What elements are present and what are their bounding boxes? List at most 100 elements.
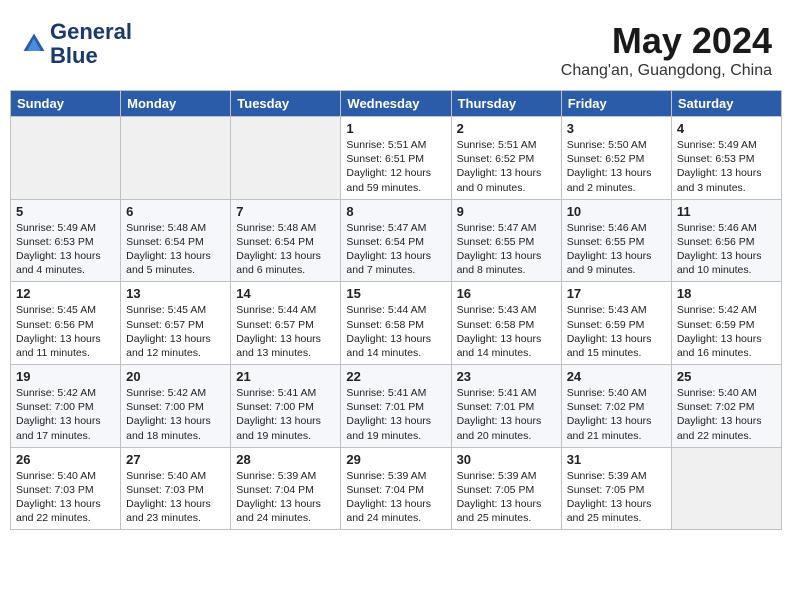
cell-sun-info: Sunrise: 5:45 AMSunset: 6:56 PMDaylight:…: [16, 303, 115, 360]
calendar-cell: 22 Sunrise: 5:41 AMSunset: 7:01 PMDayligh…: [341, 365, 451, 448]
title-block: May 2024 Chang'an, Guangdong, China: [561, 20, 772, 80]
calendar-cell: 2 Sunrise: 5:51 AMSunset: 6:52 PMDaylight…: [451, 117, 561, 200]
day-number: 2: [457, 121, 556, 136]
day-number: 5: [16, 204, 115, 219]
weekday-header-sunday: Sunday: [11, 91, 121, 117]
calendar-cell: 9 Sunrise: 5:47 AMSunset: 6:55 PMDaylight…: [451, 199, 561, 282]
cell-sun-info: Sunrise: 5:39 AMSunset: 7:04 PMDaylight:…: [236, 469, 335, 526]
page-header: General Blue May 2024 Chang'an, Guangdon…: [10, 10, 782, 85]
day-number: 26: [16, 452, 115, 467]
day-number: 31: [567, 452, 666, 467]
cell-sun-info: Sunrise: 5:42 AMSunset: 7:00 PMDaylight:…: [16, 386, 115, 443]
logo-line1: General: [50, 20, 132, 44]
calendar-cell: 15 Sunrise: 5:44 AMSunset: 6:58 PMDayligh…: [341, 282, 451, 365]
cell-sun-info: Sunrise: 5:43 AMSunset: 6:59 PMDaylight:…: [567, 303, 666, 360]
day-number: 28: [236, 452, 335, 467]
cell-sun-info: Sunrise: 5:47 AMSunset: 6:55 PMDaylight:…: [457, 221, 556, 278]
cell-sun-info: Sunrise: 5:49 AMSunset: 6:53 PMDaylight:…: [16, 221, 115, 278]
calendar-cell: 12Sunrise: 5:45 AMSunset: 6:56 PMDayligh…: [11, 282, 121, 365]
cell-sun-info: Sunrise: 5:51 AMSunset: 6:52 PMDaylight:…: [457, 138, 556, 195]
day-number: 17: [567, 286, 666, 301]
calendar-cell: [671, 447, 781, 530]
calendar-cell: 4 Sunrise: 5:49 AMSunset: 6:53 PMDaylight…: [671, 117, 781, 200]
calendar-cell: 1Sunrise: 5:51 AMSunset: 6:51 PMDaylight…: [341, 117, 451, 200]
day-number: 16: [457, 286, 556, 301]
calendar-cell: 20 Sunrise: 5:42 AMSunset: 7:00 PMDayligh…: [121, 365, 231, 448]
day-number: 25: [677, 369, 776, 384]
calendar-cell: 13Sunrise: 5:45 AMSunset: 6:57 PMDayligh…: [121, 282, 231, 365]
cell-sun-info: Sunrise: 5:49 AMSunset: 6:53 PMDaylight:…: [677, 138, 776, 195]
calendar-cell: [121, 117, 231, 200]
cell-sun-info: Sunrise: 5:40 AMSunset: 7:02 PMDaylight:…: [677, 386, 776, 443]
day-number: 10: [567, 204, 666, 219]
calendar-cell: 8Sunrise: 5:47 AMSunset: 6:54 PMDaylight…: [341, 199, 451, 282]
calendar-cell: 7 Sunrise: 5:48 AMSunset: 6:54 PMDaylight…: [231, 199, 341, 282]
calendar-cell: 28 Sunrise: 5:39 AMSunset: 7:04 PMDayligh…: [231, 447, 341, 530]
calendar-cell: 19 Sunrise: 5:42 AMSunset: 7:00 PMDayligh…: [11, 365, 121, 448]
cell-sun-info: Sunrise: 5:42 AMSunset: 7:00 PMDaylight:…: [126, 386, 225, 443]
calendar-week-row: 5 Sunrise: 5:49 AMSunset: 6:53 PMDaylight…: [11, 199, 782, 282]
cell-sun-info: Sunrise: 5:40 AMSunset: 7:03 PMDaylight:…: [126, 469, 225, 526]
cell-sun-info: Sunrise: 5:46 AMSunset: 6:56 PMDaylight:…: [677, 221, 776, 278]
cell-sun-info: Sunrise: 5:45 AMSunset: 6:57 PMDaylight:…: [126, 303, 225, 360]
day-number: 18: [677, 286, 776, 301]
calendar-cell: 16 Sunrise: 5:43 AMSunset: 6:58 PMDayligh…: [451, 282, 561, 365]
day-number: 9: [457, 204, 556, 219]
cell-sun-info: Sunrise: 5:39 AMSunset: 7:04 PMDaylight:…: [346, 469, 445, 526]
calendar-cell: 24Sunrise: 5:40 AMSunset: 7:02 PMDayligh…: [561, 365, 671, 448]
cell-sun-info: Sunrise: 5:46 AMSunset: 6:55 PMDaylight:…: [567, 221, 666, 278]
cell-sun-info: Sunrise: 5:44 AMSunset: 6:58 PMDaylight:…: [346, 303, 445, 360]
cell-sun-info: Sunrise: 5:51 AMSunset: 6:51 PMDaylight:…: [346, 138, 445, 195]
cell-sun-info: Sunrise: 5:47 AMSunset: 6:54 PMDaylight:…: [346, 221, 445, 278]
logo-icon: [20, 30, 48, 58]
calendar-cell: 30Sunrise: 5:39 AMSunset: 7:05 PMDayligh…: [451, 447, 561, 530]
calendar-cell: 5 Sunrise: 5:49 AMSunset: 6:53 PMDaylight…: [11, 199, 121, 282]
calendar-cell: 11Sunrise: 5:46 AMSunset: 6:56 PMDayligh…: [671, 199, 781, 282]
weekday-header-monday: Monday: [121, 91, 231, 117]
calendar-cell: 14 Sunrise: 5:44 AMSunset: 6:57 PMDayligh…: [231, 282, 341, 365]
weekday-header-friday: Friday: [561, 91, 671, 117]
day-number: 7: [236, 204, 335, 219]
cell-sun-info: Sunrise: 5:48 AMSunset: 6:54 PMDaylight:…: [126, 221, 225, 278]
day-number: 15: [346, 286, 445, 301]
calendar-cell: 27 Sunrise: 5:40 AMSunset: 7:03 PMDayligh…: [121, 447, 231, 530]
calendar-cell: 17 Sunrise: 5:43 AMSunset: 6:59 PMDayligh…: [561, 282, 671, 365]
cell-sun-info: Sunrise: 5:41 AMSunset: 7:00 PMDaylight:…: [236, 386, 335, 443]
day-number: 14: [236, 286, 335, 301]
day-number: 6: [126, 204, 225, 219]
calendar-table: SundayMondayTuesdayWednesdayThursdayFrid…: [10, 90, 782, 530]
calendar-cell: 3Sunrise: 5:50 AMSunset: 6:52 PMDaylight…: [561, 117, 671, 200]
calendar-week-row: 12Sunrise: 5:45 AMSunset: 6:56 PMDayligh…: [11, 282, 782, 365]
cell-sun-info: Sunrise: 5:44 AMSunset: 6:57 PMDaylight:…: [236, 303, 335, 360]
cell-sun-info: Sunrise: 5:41 AMSunset: 7:01 PMDaylight:…: [346, 386, 445, 443]
weekday-header-saturday: Saturday: [671, 91, 781, 117]
calendar-cell: 10 Sunrise: 5:46 AMSunset: 6:55 PMDayligh…: [561, 199, 671, 282]
calendar-cell: 23 Sunrise: 5:41 AMSunset: 7:01 PMDayligh…: [451, 365, 561, 448]
logo: General Blue: [20, 20, 132, 68]
cell-sun-info: Sunrise: 5:42 AMSunset: 6:59 PMDaylight:…: [677, 303, 776, 360]
calendar-cell: 29Sunrise: 5:39 AMSunset: 7:04 PMDayligh…: [341, 447, 451, 530]
cell-sun-info: Sunrise: 5:40 AMSunset: 7:02 PMDaylight:…: [567, 386, 666, 443]
calendar-cell: 21 Sunrise: 5:41 AMSunset: 7:00 PMDayligh…: [231, 365, 341, 448]
calendar-cell: 6 Sunrise: 5:48 AMSunset: 6:54 PMDaylight…: [121, 199, 231, 282]
calendar-cell: [11, 117, 121, 200]
calendar-week-row: 19 Sunrise: 5:42 AMSunset: 7:00 PMDayligh…: [11, 365, 782, 448]
day-number: 21: [236, 369, 335, 384]
day-number: 20: [126, 369, 225, 384]
cell-sun-info: Sunrise: 5:48 AMSunset: 6:54 PMDaylight:…: [236, 221, 335, 278]
day-number: 19: [16, 369, 115, 384]
calendar-cell: 25 Sunrise: 5:40 AMSunset: 7:02 PMDayligh…: [671, 365, 781, 448]
cell-sun-info: Sunrise: 5:41 AMSunset: 7:01 PMDaylight:…: [457, 386, 556, 443]
calendar-cell: 26 Sunrise: 5:40 AMSunset: 7:03 PMDayligh…: [11, 447, 121, 530]
day-number: 4: [677, 121, 776, 136]
month-title: May 2024: [561, 20, 772, 62]
weekday-header-row: SundayMondayTuesdayWednesdayThursdayFrid…: [11, 91, 782, 117]
cell-sun-info: Sunrise: 5:39 AMSunset: 7:05 PMDaylight:…: [567, 469, 666, 526]
cell-sun-info: Sunrise: 5:43 AMSunset: 6:58 PMDaylight:…: [457, 303, 556, 360]
cell-sun-info: Sunrise: 5:40 AMSunset: 7:03 PMDaylight:…: [16, 469, 115, 526]
day-number: 3: [567, 121, 666, 136]
calendar-cell: 18 Sunrise: 5:42 AMSunset: 6:59 PMDayligh…: [671, 282, 781, 365]
day-number: 22: [346, 369, 445, 384]
day-number: 23: [457, 369, 556, 384]
day-number: 27: [126, 452, 225, 467]
